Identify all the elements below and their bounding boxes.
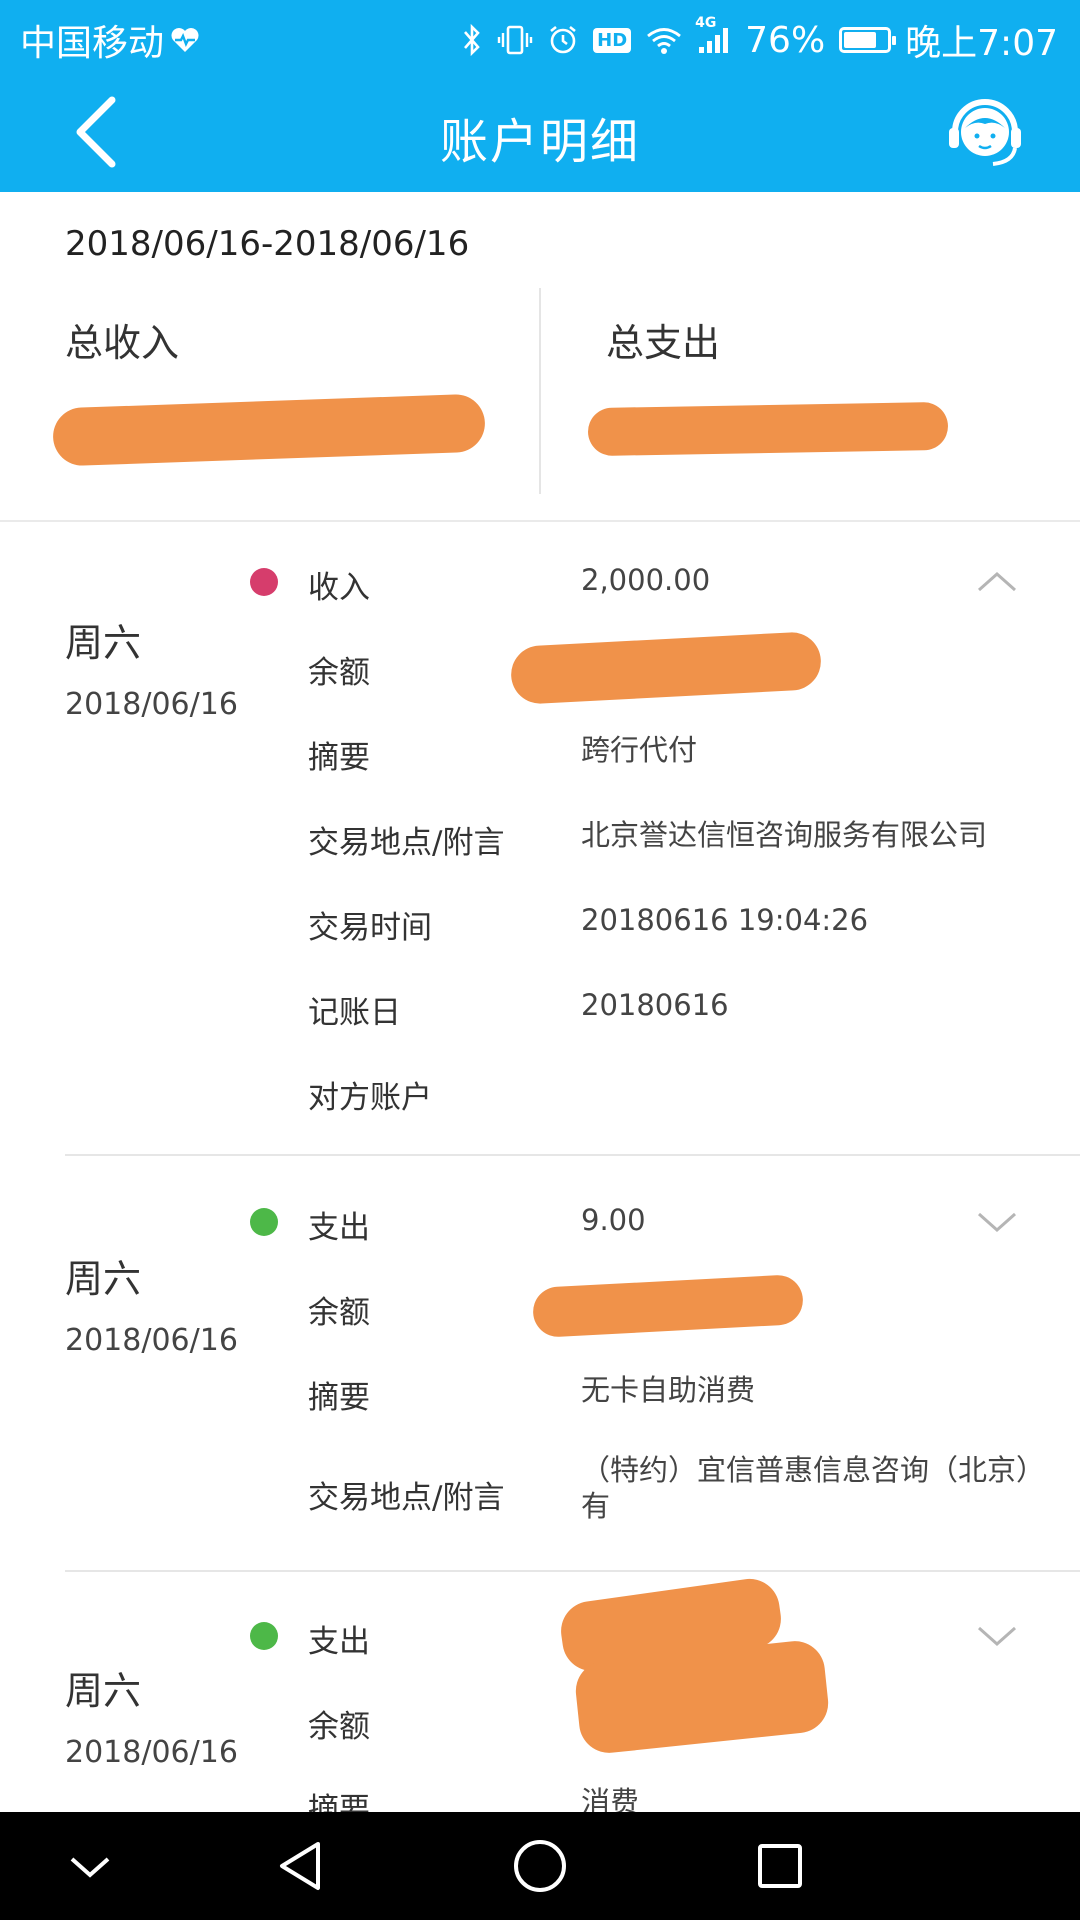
battery-percent: 76% <box>745 19 826 61</box>
amount-value: 9.00 <box>581 1203 646 1237</box>
status-icons: HD 4G 76% 晚上7:07 <box>461 14 1058 66</box>
row-post-date: 记账日 20180616 <box>308 987 1048 1047</box>
total-income-column: 总收入 <box>52 288 505 494</box>
redaction-mark <box>52 393 486 467</box>
redaction-mark <box>509 630 823 706</box>
redaction-mark <box>587 401 949 457</box>
customer-service-icon <box>949 99 1021 166</box>
time-label: 交易时间 <box>308 910 432 946</box>
row-counterparty: 对方账户 <box>308 1072 1048 1132</box>
row-type: 收入 2,000.00 <box>308 562 1048 622</box>
system-nav-bar <box>0 1812 1080 1920</box>
transaction-date: 2018/06/16 <box>65 1323 238 1358</box>
row-summary: 摘要 消费 <box>308 1784 1048 1812</box>
transaction-item[interactable]: 周六 2018/06/16 支出 9.00 余额 摘要 无卡自助消费 交易地点/… <box>0 1156 1080 1570</box>
hide-nav-button[interactable] <box>58 1834 122 1898</box>
summary-value: 消费 <box>581 1785 640 1812</box>
chevron-down-icon <box>70 1857 110 1878</box>
summary-label: 摘要 <box>308 1380 370 1416</box>
row-balance: 余额 <box>308 1638 1048 1761</box>
battery-fill <box>844 32 877 48</box>
battery-icon <box>839 27 897 53</box>
hd-badge: HD <box>593 27 632 53</box>
row-summary: 摘要 跨行代付 <box>308 732 1048 792</box>
wifi-icon <box>645 25 683 55</box>
transaction-date: 2018/06/16 <box>65 1735 238 1770</box>
row-balance: 余额 <box>308 1273 1048 1347</box>
expense-dot <box>250 1208 278 1236</box>
transaction-date: 2018/06/16 <box>65 687 238 722</box>
total-expense-value <box>587 391 1026 471</box>
balance-label: 余额 <box>308 1709 370 1745</box>
carrier-name: 中国移动 <box>20 23 165 64</box>
place-label: 交易地点/附言 <box>308 1480 505 1516</box>
app-header: 账户明细 <box>0 72 1080 192</box>
heart-rate-icon <box>170 26 200 54</box>
customer-service-button[interactable] <box>945 92 1025 172</box>
date-range: 2018/06/16-2018/06/16 <box>65 224 470 264</box>
summary-panel: 总收入 总支出 <box>0 288 1080 494</box>
total-income-value <box>52 391 505 471</box>
total-income-label: 总收入 <box>65 321 180 365</box>
amount-value: 2,000.00 <box>581 563 711 597</box>
row-place: 交易地点/附言 （特约）宜信普惠信息咨询（北京）有 <box>308 1452 1048 1532</box>
alarm-icon <box>547 24 579 56</box>
back-nav-button[interactable] <box>268 1834 332 1898</box>
type-label: 支出 <box>308 1624 370 1660</box>
page-title: 账户明细 <box>439 114 640 170</box>
income-dot <box>250 568 278 596</box>
post-date-value: 20180616 <box>581 988 729 1022</box>
home-nav-button[interactable] <box>508 1834 572 1898</box>
transaction-weekday: 周六 <box>65 1669 142 1713</box>
square-recents-icon <box>758 1844 802 1888</box>
counterparty-label: 对方账户 <box>308 1080 432 1116</box>
recents-nav-button[interactable] <box>748 1834 812 1898</box>
clock: 晚上7:07 <box>905 23 1058 64</box>
transaction-weekday: 周六 <box>65 1257 142 1301</box>
vibrate-icon <box>497 24 533 56</box>
summary-value: 无卡自助消费 <box>581 1373 756 1407</box>
total-expense-column: 总支出 <box>587 288 1026 494</box>
post-date-label: 记账日 <box>308 995 401 1031</box>
row-summary: 摘要 无卡自助消费 <box>308 1372 1048 1432</box>
transaction-item[interactable]: 周六 2018/06/16 支出 余额 摘要 消费 <box>0 1572 1080 1812</box>
transaction-weekday: 周六 <box>65 621 142 665</box>
row-type: 支出 9.00 <box>308 1202 1048 1262</box>
place-value: 北京誉达信恒咨询服务有限公司 <box>581 818 988 852</box>
total-expense-label: 总支出 <box>606 321 721 365</box>
summary-label: 摘要 <box>308 1792 370 1812</box>
row-time: 交易时间 20180616 19:04:26 <box>308 902 1048 962</box>
summary-value: 跨行代付 <box>581 733 698 767</box>
carrier-group: 中国移动 <box>20 14 200 66</box>
transaction-item[interactable]: 周六 2018/06/16 收入 2,000.00 余额 摘要 跨行代付 交易地… <box>0 522 1080 1154</box>
place-value: （特约）宜信普惠信息咨询（北京）有 <box>581 1453 1046 1523</box>
type-label: 支出 <box>308 1210 370 1246</box>
signal-icon: 4G <box>695 15 731 55</box>
summary-label: 摘要 <box>308 740 370 776</box>
redaction-mark <box>531 1273 805 1339</box>
network-type: 4G <box>695 15 717 31</box>
row-balance: 余额 <box>308 630 1048 707</box>
expense-dot <box>250 1622 278 1650</box>
summary-divider <box>539 288 541 494</box>
status-bar: 中国移动 HD 4G 76% 晚上7:07 <box>0 0 1080 72</box>
place-label: 交易地点/附言 <box>308 825 505 861</box>
bluetooth-icon <box>461 23 483 57</box>
triangle-back-icon <box>280 1842 320 1890</box>
circle-home-icon <box>514 1840 566 1892</box>
row-place: 交易地点/附言 北京誉达信恒咨询服务有限公司 <box>308 817 1048 877</box>
type-label: 收入 <box>308 570 370 606</box>
time-value: 20180616 19:04:26 <box>581 903 869 937</box>
